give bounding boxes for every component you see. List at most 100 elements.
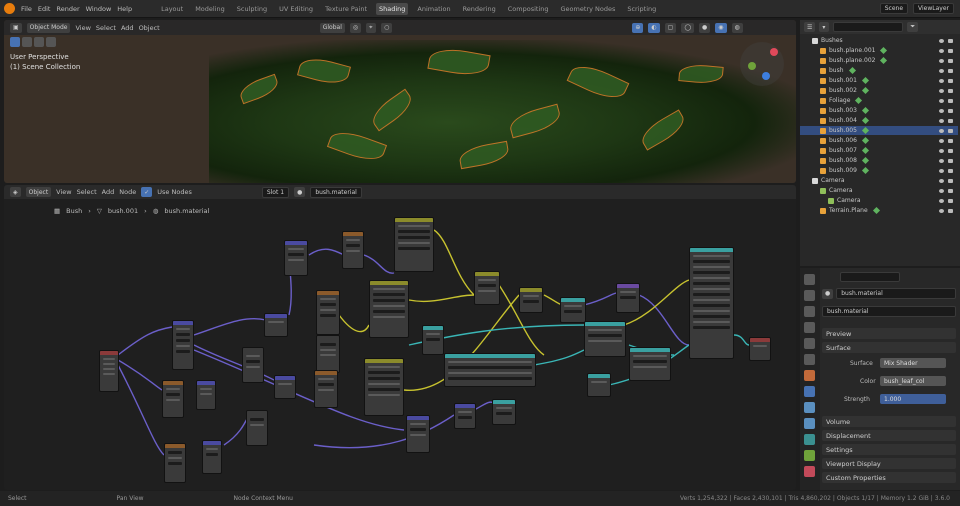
visibility-eye-icon[interactable] (939, 128, 944, 133)
overlay-toggle-icon[interactable]: ◐ (648, 22, 660, 33)
visibility-eye-icon[interactable] (939, 88, 944, 93)
outliner-item[interactable]: Terrain.Plane (800, 206, 958, 215)
node-gradient-texture[interactable] (342, 231, 364, 269)
node-mix-rgb[interactable] (316, 290, 340, 335)
particles-tab-icon[interactable] (804, 402, 815, 413)
menu-object[interactable]: Object (139, 24, 160, 32)
pivot-icon[interactable]: ◎ (349, 22, 362, 33)
render-visibility-icon[interactable] (948, 108, 953, 113)
render-visibility-icon[interactable] (948, 168, 953, 173)
menu-select[interactable]: Select (96, 24, 116, 32)
outliner-item[interactable]: bush.plane.001 (800, 46, 958, 55)
outliner-item[interactable]: bush.008 (800, 156, 958, 165)
shading-rendered-icon[interactable]: ◍ (731, 22, 743, 33)
visibility-eye-icon[interactable] (939, 48, 944, 53)
panel-custom-properties[interactable]: Custom Properties (822, 472, 956, 483)
snap-icon[interactable]: ⌖ (366, 22, 377, 33)
outliner-item[interactable]: bush.plane.002 (800, 56, 958, 65)
tab-modeling[interactable]: Modeling (192, 3, 228, 15)
strength-slider[interactable]: 1.000 (880, 394, 946, 404)
panel-displacement[interactable]: Displacement (822, 430, 956, 441)
outliner-item[interactable]: Bushes (800, 36, 958, 45)
render-visibility-icon[interactable] (948, 68, 953, 73)
render-visibility-icon[interactable] (948, 98, 953, 103)
3d-viewport[interactable]: ▣ Object Mode View Select Add Object Glo… (4, 20, 796, 183)
object-tab-icon[interactable] (804, 370, 815, 381)
node-principled-bsdf-a[interactable] (444, 353, 536, 387)
menu-edit[interactable]: Edit (38, 5, 51, 13)
node-mix-color[interactable] (474, 271, 500, 305)
node-invert[interactable] (246, 410, 268, 446)
cursor-icon[interactable] (22, 37, 32, 47)
world-tab-icon[interactable] (804, 354, 815, 365)
outliner-item[interactable]: bush.001 (800, 76, 958, 85)
outliner-item[interactable]: bush.004 (800, 116, 958, 125)
node-bright-contrast[interactable] (316, 335, 340, 373)
visibility-eye-icon[interactable] (939, 198, 944, 203)
node-reroute-group[interactable] (264, 313, 288, 337)
outliner-item[interactable]: bush.002 (800, 86, 958, 95)
proportional-icon[interactable]: ○ (381, 22, 393, 33)
output-tab-icon[interactable] (804, 306, 815, 317)
visibility-eye-icon[interactable] (939, 208, 944, 213)
data-tab-icon[interactable] (804, 450, 815, 461)
filter-icon[interactable]: ⏷ (907, 22, 919, 32)
constraints-tab-icon[interactable] (804, 434, 815, 445)
node-image-texture-c[interactable] (394, 217, 434, 272)
view-layer-selector[interactable]: ViewLayer (913, 3, 954, 14)
render-visibility-icon[interactable] (948, 178, 953, 183)
node-image-texture-b[interactable] (364, 358, 404, 416)
gizmo-x-icon[interactable] (770, 48, 778, 56)
editor-type-icon[interactable]: ▣ (10, 22, 22, 33)
outliner-item[interactable]: bush (800, 66, 958, 75)
tab-animation[interactable]: Animation (414, 3, 453, 15)
gizmo-y-icon[interactable] (748, 62, 756, 70)
tab-sculpting[interactable]: Sculpting (234, 3, 270, 15)
select-box-icon[interactable] (10, 37, 20, 47)
display-mode-icon[interactable]: ▾ (819, 22, 830, 32)
gizmo-z-icon[interactable] (762, 72, 770, 80)
visibility-eye-icon[interactable] (939, 58, 944, 63)
material-datablock-field[interactable]: bush.material (822, 306, 956, 317)
modifier-tab-icon[interactable] (804, 386, 815, 397)
node-principled-bsdf-main[interactable] (689, 247, 734, 359)
visibility-eye-icon[interactable] (939, 108, 944, 113)
shading-solid-icon[interactable]: ● (699, 22, 711, 33)
outliner-item[interactable]: Camera (800, 176, 958, 185)
shading-wire-icon[interactable]: ◯ (681, 22, 695, 33)
shading-material-icon[interactable]: ◉ (715, 22, 727, 33)
surface-shader-dropdown[interactable]: Mix Shader (880, 358, 946, 368)
outliner-item[interactable]: bush.006 (800, 136, 958, 145)
outliner-item[interactable]: bush.003 (800, 106, 958, 115)
render-visibility-icon[interactable] (948, 78, 953, 83)
node-value[interactable] (274, 375, 296, 399)
visibility-eye-icon[interactable] (939, 38, 944, 43)
panel-preview[interactable]: Preview (822, 328, 956, 339)
material-sphere-icon[interactable]: ● (822, 288, 834, 299)
outliner-item[interactable]: Foliage (800, 96, 958, 105)
tab-texture-paint[interactable]: Texture Paint (322, 3, 370, 15)
node-multiply[interactable] (519, 287, 543, 313)
visibility-eye-icon[interactable] (939, 78, 944, 83)
physics-tab-icon[interactable] (804, 418, 815, 429)
view-layer-tab-icon[interactable] (804, 322, 815, 333)
outliner-item[interactable]: bush.005 (800, 126, 958, 135)
render-visibility-icon[interactable] (948, 208, 953, 213)
editor-type-icon[interactable]: ☰ (804, 22, 816, 32)
node-separate-rgb[interactable] (422, 325, 444, 355)
scene-tab-icon[interactable] (804, 338, 815, 349)
render-visibility-icon[interactable] (948, 198, 953, 203)
node-mix-shader-a[interactable] (629, 347, 671, 381)
node-displacement[interactable] (492, 399, 516, 425)
panel-settings[interactable]: Settings (822, 444, 956, 455)
tab-layout[interactable]: Layout (158, 3, 186, 15)
outliner-item[interactable]: bush.009 (800, 166, 958, 175)
render-visibility-icon[interactable] (948, 88, 953, 93)
node-emission[interactable] (587, 373, 611, 397)
xray-icon[interactable]: ▢ (664, 22, 677, 33)
menu-render[interactable]: Render (56, 5, 79, 13)
panel-volume[interactable]: Volume (822, 416, 956, 427)
menu-file[interactable]: File (21, 5, 32, 13)
visibility-eye-icon[interactable] (939, 98, 944, 103)
node-mapping[interactable] (172, 320, 194, 370)
